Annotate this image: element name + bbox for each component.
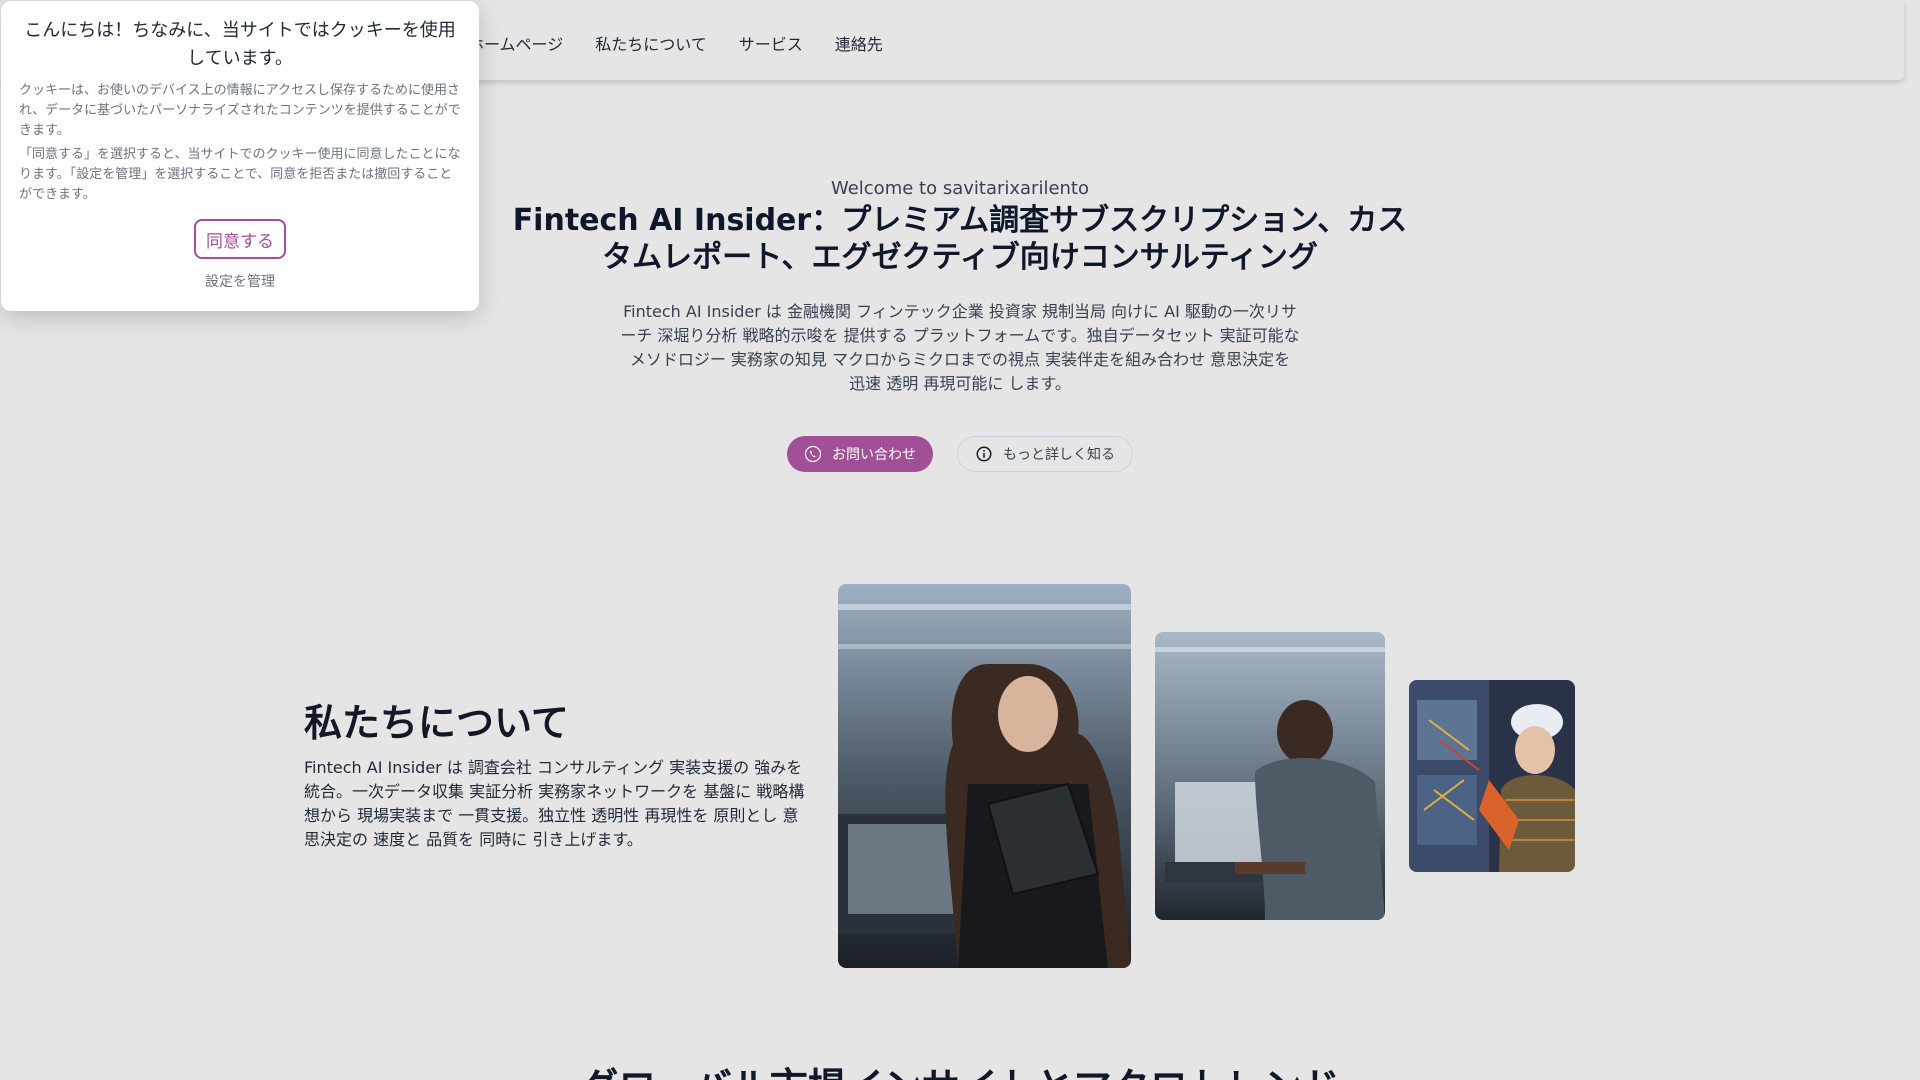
about-title: 私たちについて bbox=[304, 701, 569, 745]
photo-woman-with-tablet bbox=[838, 584, 1131, 968]
nav-link-contact[interactable]: 連絡先 bbox=[835, 31, 883, 55]
nav-link-home[interactable]: ホームページ bbox=[468, 31, 563, 55]
hero-cta-row: お問い合わせ もっと詳しく知る bbox=[0, 436, 1920, 472]
hero-title: Fintech AI Insider：プレミアム調査サブスクリプション、カスタム… bbox=[512, 203, 1408, 275]
photo-engineer-server-room bbox=[1409, 680, 1575, 872]
cookie-body-paragraph-1: クッキーは、お使いのデバイス上の情報にアクセスし保存するために使用され、データに… bbox=[19, 83, 461, 138]
nav-links: ホームページ 私たちについて サービス 連絡先 bbox=[468, 0, 883, 86]
next-section-title: グローバル市場インサイトとマクロトレンド bbox=[0, 1056, 1920, 1080]
learn-more-button[interactable]: もっと詳しく知る bbox=[957, 436, 1133, 472]
contact-button[interactable]: お問い合わせ bbox=[787, 436, 933, 472]
about-text: Fintech AI Insider は 調査会社 コンサルティング 実装支援の… bbox=[304, 758, 805, 849]
cookie-manage-settings-link[interactable]: 設定を管理 bbox=[19, 271, 461, 291]
nav-link-services[interactable]: サービス bbox=[739, 31, 803, 55]
cookie-body: クッキーは、お使いのデバイス上の情報にアクセスし保存するために使用され、データに… bbox=[19, 81, 461, 205]
photo-man-at-laptop bbox=[1155, 632, 1385, 920]
learn-more-button-label: もっと詳しく知る bbox=[1003, 446, 1115, 462]
cookie-title: こんにちは！ちなみに、当サイトではクッキーを使用しています。 bbox=[24, 20, 456, 69]
cookie-consent-dialog: こんにちは！ちなみに、当サイトではクッキーを使用しています。 クッキーは、お使い… bbox=[1, 1, 479, 311]
nav-link-about[interactable]: 私たちについて bbox=[595, 31, 707, 55]
page: ホームページ 私たちについて サービス 連絡先 Welcome to savit… bbox=[0, 0, 1920, 1080]
hero-description: Fintech AI Insider は 金融機関 フィンテック企業 投資家 規… bbox=[620, 302, 1300, 393]
info-icon bbox=[975, 445, 993, 463]
cookie-body-paragraph-2: 「同意する」を選択すると、当サイトでのクッキー使用に同意したことになります。「設… bbox=[19, 147, 461, 202]
cookie-accept-button[interactable]: 同意する bbox=[194, 219, 286, 259]
contact-button-label: お問い合わせ bbox=[832, 446, 916, 462]
phone-icon bbox=[804, 445, 822, 463]
